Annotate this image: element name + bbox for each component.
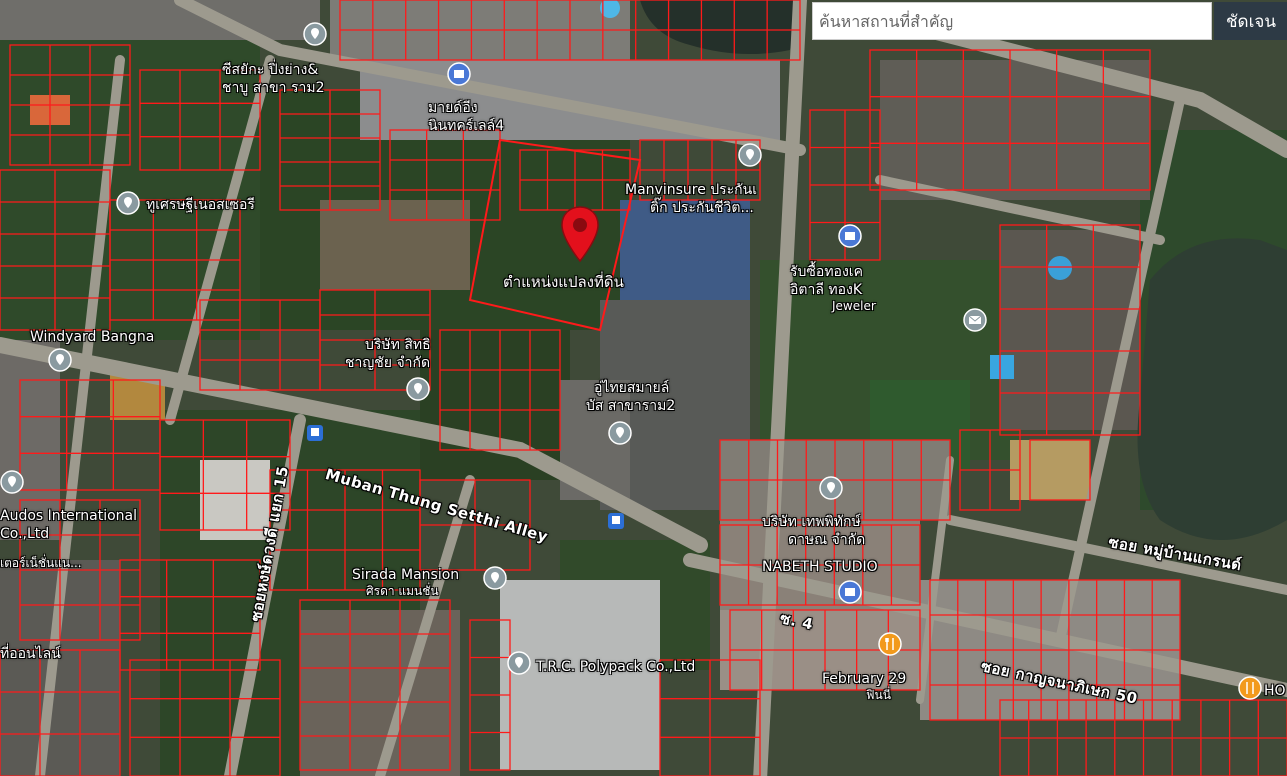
poi-pin-icon[interactable] [406, 377, 430, 401]
bus-stop-icon[interactable] [608, 513, 624, 529]
place-label[interactable]: Manvinsure ประกันเ [625, 182, 757, 198]
place-label[interactable]: Audos International [0, 508, 137, 524]
place-label[interactable]: อู่ไทยสมายล์ [594, 380, 669, 396]
place-label[interactable]: ทูเศรษฐีเนอสเซอรี [146, 197, 255, 213]
place-label[interactable]: มายด์อีง [428, 100, 478, 116]
poi-pin-icon[interactable] [507, 651, 531, 675]
place-label[interactable]: T.R.C. Polypack Co.,Ltd [536, 659, 695, 675]
place-label[interactable]: บริษัท เทพพิทักษ์ [762, 514, 861, 530]
poi-pin-icon[interactable] [48, 348, 72, 372]
poi-pin-icon[interactable] [116, 191, 140, 215]
poi-pin-icon[interactable] [608, 421, 632, 445]
clear-button[interactable]: ชัดเจน [1214, 2, 1287, 40]
place-label-line2: ดาษณ จำกัด [788, 532, 866, 548]
place-label[interactable]: Windyard Bangna [30, 329, 154, 345]
place-label[interactable]: HO [1264, 683, 1286, 699]
place-label-line2: นินทคร์เลล์4 [428, 118, 505, 134]
place-label-line3: เตอร์เน็ชั่นแน... [0, 556, 82, 570]
place-label-line2: ชาบู สาขา ราม2 [222, 80, 325, 96]
bus-stop-icon[interactable] [307, 425, 323, 441]
poi-pin-icon[interactable] [738, 143, 762, 167]
parcel-location-pin-icon[interactable] [560, 205, 600, 263]
place-label-line2: Co.,Ltd [0, 526, 50, 542]
poi-pin-icon[interactable] [303, 22, 327, 46]
place-label[interactable]: ซีสยักะ ปิ่งย่าง& [222, 62, 318, 78]
place-label[interactable]: รับซื้อทองเค [790, 264, 863, 280]
shop-pin-icon[interactable] [838, 580, 862, 604]
place-label[interactable]: Sirada Mansion [352, 567, 459, 583]
place-label-line3: Jeweler [832, 299, 876, 313]
food-pin-icon[interactable] [1238, 676, 1262, 700]
poi-pin-icon[interactable] [483, 566, 507, 590]
place-label-line2: ติ๊ก ประกันชีวิต... [650, 200, 754, 216]
place-label-line2: ชาญชัย จำกัด [345, 355, 431, 371]
shop-pin-icon[interactable] [838, 224, 862, 248]
food-pin-icon[interactable] [878, 632, 902, 656]
place-label: ที่ออนไลน์ [0, 646, 61, 662]
poi-pin-icon[interactable] [0, 470, 24, 494]
mail-pin-icon[interactable] [963, 308, 987, 332]
place-label[interactable]: บริษัท สิทธิ [365, 337, 431, 353]
place-label-line2: อิตาลี ทองK [790, 282, 863, 298]
place-label[interactable]: NABETH STUDIO [762, 559, 878, 575]
place-label-line2: ศิรดา แมนชั่น [366, 584, 439, 598]
place-label-line2: ฟินนี่ [866, 688, 891, 702]
parcel-label: ตำแหน่งแปลงที่ดิน [503, 273, 624, 291]
poi-pin-icon[interactable] [819, 476, 843, 500]
place-label[interactable]: February 29 [822, 671, 906, 687]
search-input[interactable] [812, 2, 1212, 40]
shop-pin-icon[interactable] [447, 62, 471, 86]
place-label-line2: บัส สาขาราม2 [586, 398, 676, 414]
